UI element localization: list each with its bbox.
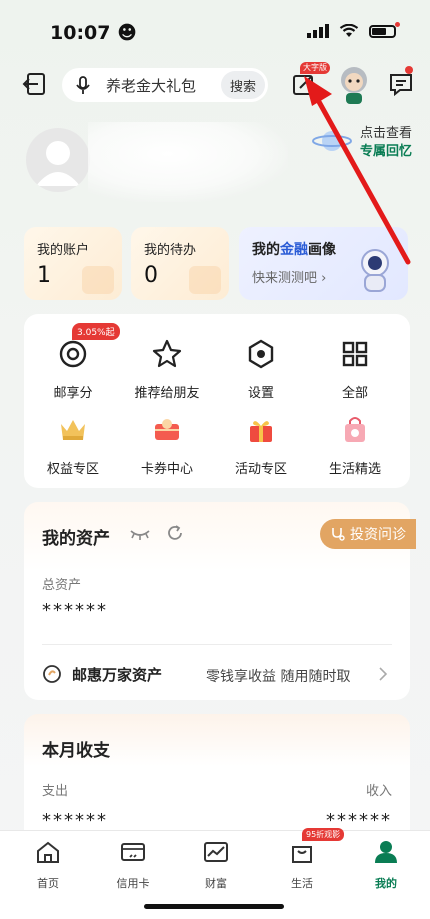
menu-item-settings[interactable]: 设置 xyxy=(216,338,306,401)
wanjia-assets-title[interactable]: 邮惠万家资产 xyxy=(72,664,162,685)
nav-label: 信用卡 xyxy=(116,877,150,890)
my-account-label: 我的账户 xyxy=(37,243,90,258)
nav-wealth[interactable]: 财富 xyxy=(186,839,246,891)
my-assets-panel: 我的资产 投资问诊 总资产 ****** 邮惠万家资产 零钱享收益 随用随时取 xyxy=(24,502,416,700)
status-time: 10:07 ☻ xyxy=(50,22,137,44)
default-user-icon xyxy=(36,141,80,186)
menu-item-all[interactable]: 全部 xyxy=(310,338,400,401)
invest-diagnosis-label: 投资问诊 xyxy=(350,527,406,543)
menu-item-activities[interactable]: 活动专区 xyxy=(216,414,306,477)
home-icon xyxy=(37,841,59,863)
total-assets-label: 总资产 xyxy=(42,578,82,593)
message-icon[interactable] xyxy=(388,70,414,98)
settings-icon xyxy=(248,339,274,369)
memory-entry[interactable]: 点击查看 专属回忆 xyxy=(312,118,416,162)
invest-diagnosis-button[interactable]: 投资问诊 xyxy=(320,519,416,549)
monthly-title: 本月收支 xyxy=(42,741,110,761)
house-deco-icon xyxy=(189,266,221,294)
menu-item-label: 活动专区 xyxy=(234,462,287,477)
menu-item-label: 卡券中心 xyxy=(140,462,193,477)
expense-value: ****** xyxy=(42,810,108,831)
my-account-card[interactable]: 我的账户 1 xyxy=(24,227,122,300)
credit-card-icon xyxy=(121,843,145,861)
eye-closed-icon[interactable] xyxy=(130,528,150,540)
menu-item-label: 全部 xyxy=(341,386,368,401)
menu-item-label: 推荐给朋友 xyxy=(134,386,200,401)
portrait-title: 我的金融画像 xyxy=(252,242,336,258)
nav-label: 我的 xyxy=(375,877,397,890)
search-button[interactable]: 搜索 xyxy=(221,71,265,99)
monthly-summary-panel: 本月收支 支出 收入 ****** ****** xyxy=(24,714,410,844)
quick-menu-panel: 3.05%起 邮享分 推荐给朋友 设置 全部 权益专区 卡券中心 活动专区 生活… xyxy=(24,314,410,488)
status-bar: 10:07 ☻ xyxy=(0,0,430,60)
wanjia-assets-desc[interactable]: 零钱享收益 随用随时取 xyxy=(206,666,350,686)
coupon-icon xyxy=(155,419,179,440)
shopping-bag-icon xyxy=(345,417,365,442)
my-todo-card[interactable]: 我的待办 0 xyxy=(131,227,229,300)
trend-chart-icon xyxy=(204,842,228,862)
search-bar[interactable]: 养老金大礼包 搜索 xyxy=(62,68,268,102)
menu-item-label: 权益专区 xyxy=(46,462,99,477)
bag-icon xyxy=(292,846,312,863)
divider xyxy=(42,644,392,645)
large-font-icon[interactable] xyxy=(290,70,318,98)
gift-icon xyxy=(250,421,272,442)
menu-item-label: 邮享分 xyxy=(53,386,93,401)
grid-icon xyxy=(342,341,368,367)
nav-home[interactable]: 首页 xyxy=(18,839,78,891)
smiley-icon: ☻ xyxy=(117,22,137,44)
portrait-subtitle: 快来测测吧 › xyxy=(252,271,327,286)
astronaut-icon xyxy=(361,249,389,292)
home-indicator xyxy=(144,904,284,909)
memory-line2: 专属回忆 xyxy=(359,144,412,159)
menu-item-label: 设置 xyxy=(247,386,274,401)
crown-icon xyxy=(61,420,85,440)
exit-icon[interactable] xyxy=(22,70,50,98)
planet-icon xyxy=(312,131,352,151)
menu-item-recommend[interactable]: 推荐给朋友 xyxy=(122,338,212,401)
points-icon xyxy=(59,340,87,368)
nav-label: 生活 xyxy=(291,877,313,890)
menu-item-coupons[interactable]: 卡券中心 xyxy=(122,414,212,477)
mascot-avatar-icon[interactable] xyxy=(336,64,372,106)
menu-item-life[interactable]: 生活精选 xyxy=(310,414,400,477)
my-todo-label: 我的待办 xyxy=(144,243,197,258)
star-icon xyxy=(152,339,182,368)
total-assets-value: ****** xyxy=(42,600,108,621)
financial-portrait-card[interactable]: 我的金融画像 快来测测吧 › xyxy=(239,227,408,300)
blurred-user-info xyxy=(88,122,288,202)
wifi-icon xyxy=(339,24,359,37)
refresh-icon[interactable] xyxy=(166,524,184,542)
nav-label: 财富 xyxy=(205,877,227,890)
message-unread-dot xyxy=(405,66,413,74)
nav-credit-card[interactable]: 信用卡 xyxy=(103,839,163,891)
top-bar: 养老金大礼包 搜索 大字版 xyxy=(0,62,430,106)
menu-item-label: 生活精选 xyxy=(328,462,381,477)
income-label: 收入 xyxy=(365,784,392,799)
cellular-signal-icon xyxy=(307,24,329,38)
microphone-icon[interactable] xyxy=(72,74,94,96)
coin-icon xyxy=(43,665,61,683)
search-input[interactable]: 养老金大礼包 xyxy=(106,75,221,96)
nav-life[interactable]: 生活 xyxy=(272,839,332,891)
expense-label: 支出 xyxy=(42,784,69,799)
menu-item-points[interactable]: 邮享分 xyxy=(28,338,118,401)
chevron-right-icon[interactable] xyxy=(378,666,388,682)
nav-mine[interactable]: 我的 xyxy=(356,839,416,891)
user-icon xyxy=(375,841,397,863)
battery-icon xyxy=(369,21,400,38)
status-icons xyxy=(307,21,400,38)
assets-title: 我的资产 xyxy=(42,529,110,549)
nav-label: 首页 xyxy=(37,877,59,890)
menu-item-benefits[interactable]: 权益专区 xyxy=(28,414,118,477)
my-todo-value: 0 xyxy=(144,263,158,288)
large-font-badge: 大字版 xyxy=(300,62,330,74)
wallet-deco-icon xyxy=(82,266,114,294)
memory-line1: 点击查看 xyxy=(359,126,412,141)
my-account-value: 1 xyxy=(37,263,51,288)
stethoscope-icon xyxy=(332,528,345,541)
avatar[interactable] xyxy=(26,128,90,192)
